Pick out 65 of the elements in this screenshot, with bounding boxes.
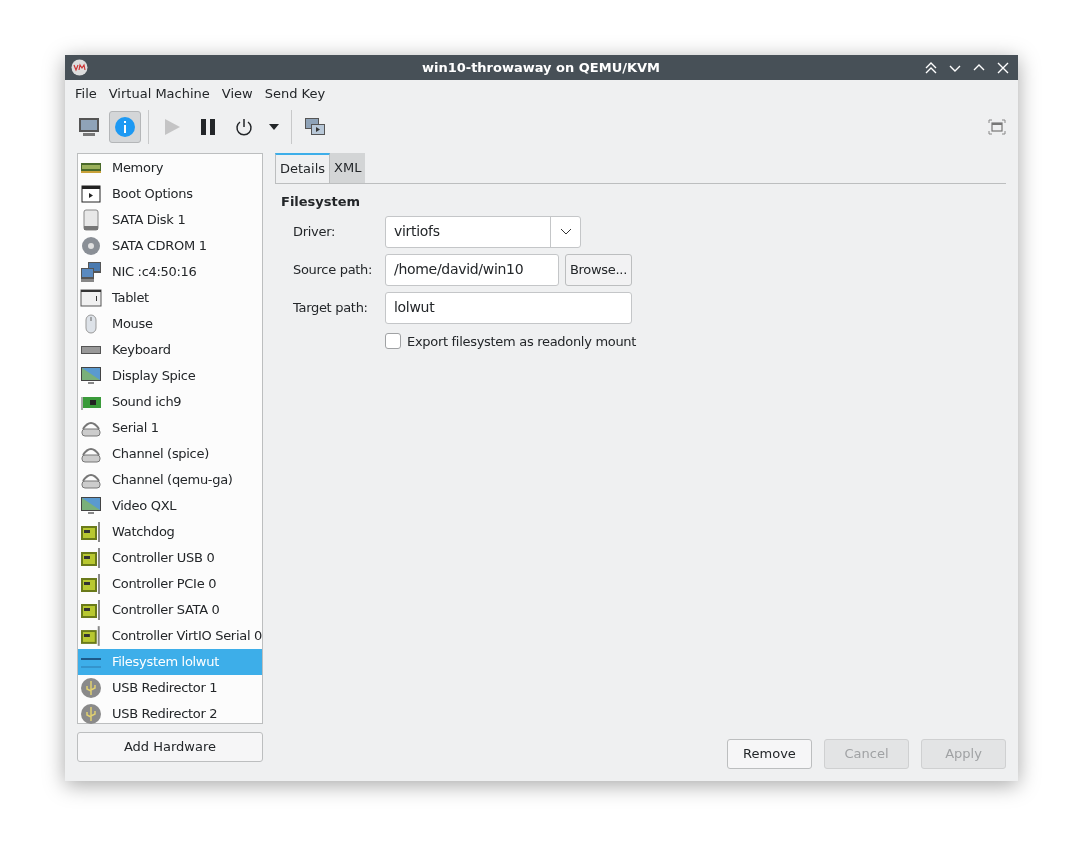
hardware-list-item[interactable]: Sound ich9 [78,389,262,415]
tablet-icon [80,287,102,309]
hardware-list-item[interactable]: Tablet [78,285,262,311]
usb-icon [80,703,102,725]
monitor-icon [80,365,102,387]
driver-dropdown[interactable]: virtiofs [385,215,581,248]
hardware-list-item[interactable]: Controller VirtIO Serial 0 [78,623,262,649]
chevron-down-icon [559,228,572,235]
pause-icon [199,118,217,136]
hardware-list-item[interactable]: Channel (spice) [78,441,262,467]
info-icon [114,116,136,138]
monitor-icon [78,117,100,137]
expansion-card-icon [80,599,102,621]
field-label: Target path: [293,298,369,317]
menu-item[interactable]: Send Key [258,83,332,104]
keep-above-icon[interactable] [924,60,938,75]
checkbox-label: Export filesystem as readonly mount [407,332,637,351]
section-title: Filesystem [281,193,362,211]
tab[interactable]: Details [275,153,331,183]
target-path-field[interactable]: lolwut [385,291,632,324]
expansion-card-icon [80,573,102,595]
field-label: Source path: [293,260,374,279]
power-icon [235,118,253,136]
disc-icon [80,235,102,257]
hardware-list-item[interactable]: Display Spice [78,363,262,389]
app-logo-icon [71,59,88,76]
dialog-button[interactable]: Remove [727,739,812,769]
hardware-list-item[interactable]: Watchdog [78,519,262,545]
hardware-list-item[interactable]: SATA CDROM 1 [78,233,262,259]
expansion-card-icon [80,521,102,543]
network-computers-icon [80,261,102,283]
hardware-list-item[interactable]: USB Redirector 1 [78,675,262,701]
source-path-field[interactable]: /home/david/win10 [385,253,559,286]
checkbox[interactable] [385,333,401,350]
window-title: win10-throwaway on QEMU/KVM [421,58,661,77]
close-icon[interactable] [996,60,1010,75]
menu-item[interactable]: Virtual Machine [102,83,216,104]
expansion-card-icon [80,625,102,647]
tab[interactable]: XML [330,153,366,183]
hardware-list-item[interactable]: Video QXL [78,493,262,519]
hardware-list-item[interactable]: Controller USB 0 [78,545,262,571]
screens-icon [304,117,326,137]
hardware-list-item[interactable]: USB Redirector 2 [78,701,262,727]
window-play-icon [80,183,102,205]
expansion-card-icon [80,547,102,569]
hardware-list-item[interactable]: Boot Options [78,181,262,207]
hardware-list-item[interactable]: Memory [78,155,262,181]
usb-icon [80,677,102,699]
add-hardware-button[interactable]: Add Hardware [77,732,263,762]
menu-item[interactable]: View [215,83,259,104]
hardware-list-item[interactable]: Mouse [78,311,262,337]
menu-item[interactable]: File [69,83,103,104]
browse-button[interactable]: Browse... [565,253,632,286]
hardware-list-item[interactable]: Keyboard [78,337,262,363]
hardware-list-item[interactable]: Channel (qemu-ga) [78,467,262,493]
hardware-list-item[interactable]: Controller SATA 0 [78,597,262,623]
hardware-list-item[interactable]: SATA Disk 1 [78,207,262,233]
hardware-list-item[interactable]: Serial 1 [78,415,262,441]
monitor-icon [80,495,102,517]
hardware-list-item[interactable]: Controller PCIe 0 [78,571,262,597]
fullscreen-icon[interactable] [988,119,1006,135]
field-label: Driver: [293,222,337,241]
hardware-list-item[interactable]: NIC :c4:50:16 [78,259,262,285]
caret-icon [269,124,279,130]
play-icon [163,118,181,136]
